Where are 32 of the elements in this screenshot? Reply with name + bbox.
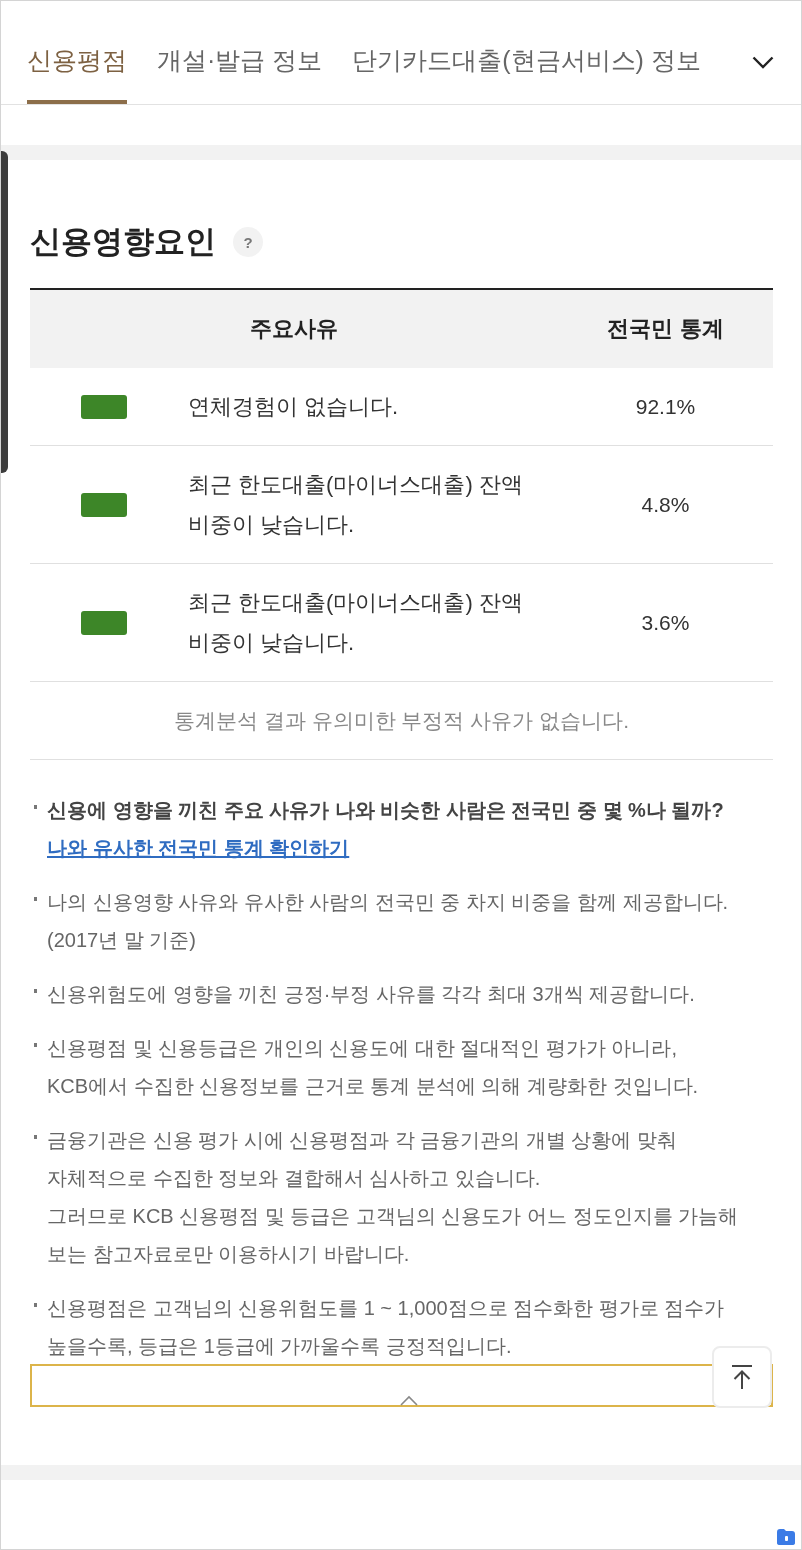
table-cell: 최근 한도대출(마이너스대출) 잔액 비중이 낮습니다. [178, 445, 558, 564]
table-cell: 최근 한도대출(마이너스대출) 잔액 비중이 낮습니다. [178, 563, 558, 682]
bullet-icon [34, 805, 37, 809]
note-text: 금융기관은 신용 평가 시에 신용평점과 각 금융기관의 개별 상황에 맞춰 자체적으로 수집한 정보와 결합해서 심사하고 있습니다. 그러므로 KCB 신용평점 및 등급은 고객님의 신용도가 어느 정도인지를 가늠해 보는 참고자료로만 이용하시기 바랍니다. [47, 1128, 739, 1267]
bullet-icon [34, 897, 37, 901]
bullet-icon [34, 989, 37, 993]
table-header-cell: 주요사유 [30, 289, 558, 368]
chevron-down-icon [752, 55, 774, 69]
table-cell: 92.1% [558, 368, 773, 446]
stats-link[interactable]: 나와 유사한 전국민 통계 확인하기 [47, 829, 350, 867]
note-text: 나의 신용영향 사유와 유사한 사람의 전국민 중 차지 비중을 함께 제공합니다. (2017년 말 기준) [47, 890, 729, 953]
bullet-icon [34, 1043, 37, 1047]
section-title: 신용영향요인 [30, 223, 216, 261]
tab[interactable]: 단기카드대출(현금서비스) 정보 [352, 20, 701, 104]
table-cell: 연체경험이 없습니다. [178, 368, 558, 446]
table-header-cell: 전국민 통계 [558, 289, 773, 368]
note-text: 신용평점은 고객님의 신용위험도를 1 ~ 1,000점으로 점수화한 평가로 점수가 높을수록, 등급은 1등급에 가까울수록 긍정적입니다. [47, 1296, 725, 1359]
note-text: 신용위험도에 영향을 끼친 긍정·부정 사유를 각각 최대 3개씩 제공합니다. [47, 982, 695, 1007]
table-cell: 3.6% [558, 563, 773, 682]
help-button[interactable]: ? [233, 227, 263, 257]
scroll-thumb[interactable] [1, 151, 8, 473]
note-text: 신용평점 및 신용등급은 개인의 신용도에 대한 절대적인 평가가 아니라, KCB에서 수집한 신용정보를 근거로 통계 분석에 의해 계량화한 것입니다. [47, 1036, 699, 1099]
table-cell: 4.8% [558, 445, 773, 564]
tab[interactable]: 신용평점 [27, 20, 127, 104]
table-note: 통계분석 결과 유의미한 부정적 사유가 없습니다. [30, 681, 773, 760]
tab[interactable]: 개설·발급 정보 [157, 20, 323, 104]
bullet-icon [34, 1303, 37, 1307]
caret-up-icon[interactable] [400, 1395, 418, 1406]
note-text: 신용에 영향을 끼친 주요 사유가 나와 비슷한 사람은 전국민 중 몇 %나 될까? [47, 798, 724, 823]
scroll-top-button[interactable] [712, 1346, 772, 1408]
folder-icon[interactable] [776, 1528, 796, 1546]
bullet-icon [34, 1135, 37, 1139]
